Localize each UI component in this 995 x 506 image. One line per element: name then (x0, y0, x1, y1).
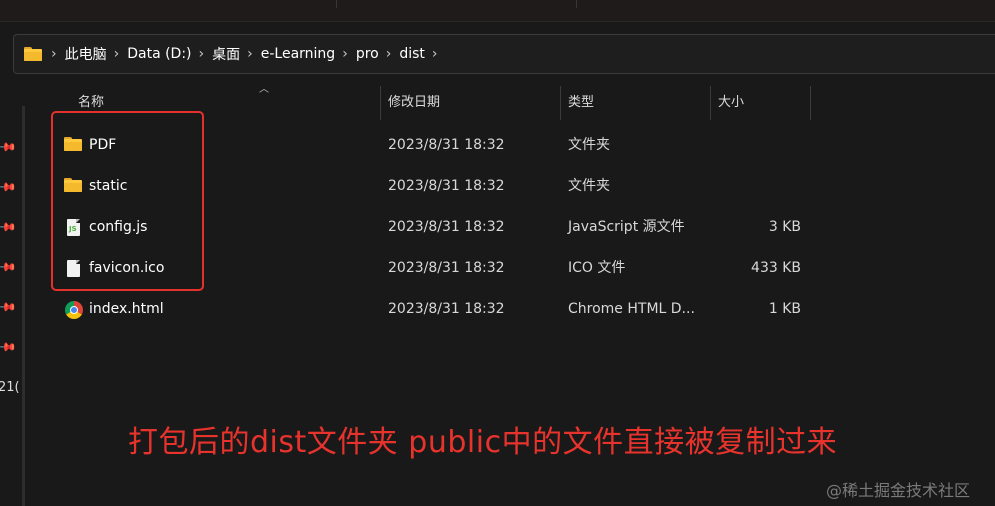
pin-icon[interactable]: 📌 (0, 177, 18, 197)
file-size: 433 KB (751, 260, 801, 276)
breadcrumb-desktop[interactable]: 桌面 (212, 44, 240, 64)
pin-icon[interactable]: 📌 (0, 337, 18, 357)
column-divider[interactable] (560, 86, 561, 120)
file-name: index.html (89, 301, 164, 317)
chevron-right-icon[interactable]: › (51, 46, 57, 62)
watermark: @稀土掘金技术社区 (826, 481, 971, 500)
tab-divider (576, 0, 577, 8)
chrome-icon (64, 301, 84, 319)
file-date: 2023/8/31 18:32 (388, 260, 505, 276)
chevron-right-icon[interactable]: › (386, 46, 392, 62)
tab-divider (336, 0, 337, 8)
column-divider[interactable] (710, 86, 711, 120)
navigation-scrollbar[interactable] (22, 106, 25, 506)
chevron-right-icon[interactable]: › (199, 46, 205, 62)
file-date: 2023/8/31 18:32 (388, 137, 505, 153)
file-date: 2023/8/31 18:32 (388, 219, 505, 235)
breadcrumb-pro[interactable]: pro (356, 46, 379, 62)
navigation-item-partial[interactable]: 21( (0, 380, 20, 395)
file-type: Chrome HTML D... (568, 301, 695, 317)
file-row-index-html[interactable]: index.html 2023/8/31 18:32 Chrome HTML D… (40, 289, 820, 330)
file-date: 2023/8/31 18:32 (388, 301, 505, 317)
file-type: 文件夹 (568, 178, 610, 194)
window-top-strip (0, 0, 995, 22)
annotation-caption: 打包后的dist文件夹 public中的文件直接被复制过来 (128, 425, 838, 460)
file-size: 3 KB (768, 219, 801, 235)
breadcrumb-dist[interactable]: dist (399, 46, 425, 62)
file-type: JavaScript 源文件 (568, 219, 685, 235)
pin-icon[interactable]: 📌 (0, 217, 18, 237)
file-type: ICO 文件 (568, 260, 626, 276)
column-header-date[interactable]: 修改日期 (388, 86, 440, 120)
file-date: 2023/8/31 18:32 (388, 178, 505, 194)
chevron-right-icon[interactable]: › (114, 46, 120, 62)
file-type: 文件夹 (568, 137, 610, 153)
breadcrumb-this-pc[interactable]: 此电脑 (65, 44, 107, 64)
pin-icon[interactable]: 📌 (0, 297, 18, 317)
folder-icon (24, 47, 42, 61)
chevron-right-icon[interactable]: › (247, 46, 253, 62)
annotation-highlight-box (51, 111, 204, 291)
pin-icon[interactable]: 📌 (0, 137, 18, 157)
column-divider[interactable] (810, 86, 811, 120)
column-header-size[interactable]: 大小 (718, 86, 744, 120)
pin-icon[interactable]: 📌 (0, 257, 18, 277)
chevron-right-icon[interactable]: › (342, 46, 348, 62)
breadcrumb-e-learning[interactable]: e-Learning (261, 46, 335, 62)
address-bar[interactable]: › 此电脑 › Data (D:) › 桌面 › e-Learning › pr… (13, 34, 995, 74)
file-size: 1 KB (768, 301, 801, 317)
column-divider[interactable] (380, 86, 381, 120)
column-header-type[interactable]: 类型 (568, 86, 594, 120)
navigation-pane: 📌 📌 📌 📌 📌 📌 21( (0, 106, 32, 506)
chevron-right-icon[interactable]: › (432, 46, 438, 62)
sort-ascending-icon: ︿ (259, 84, 269, 95)
breadcrumb-data-drive[interactable]: Data (D:) (127, 46, 191, 62)
